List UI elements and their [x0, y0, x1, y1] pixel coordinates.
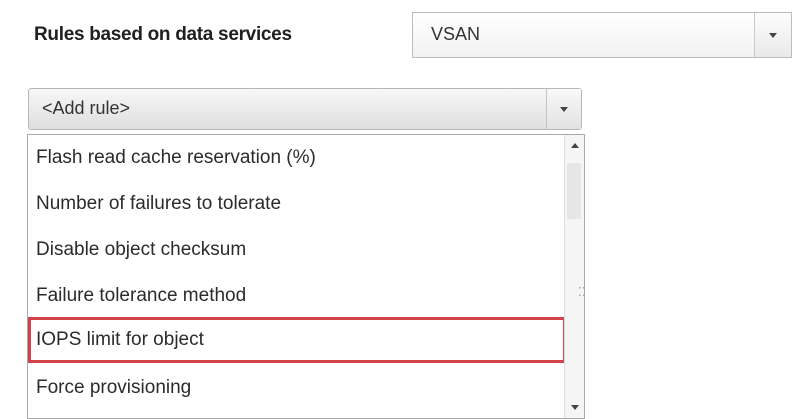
- scroll-up-arrow-icon: [571, 143, 579, 148]
- data-service-dropdown-button[interactable]: [754, 13, 791, 57]
- add-rule-options-list: Flash read cache reservation (%) Number …: [27, 134, 585, 419]
- list-item-force-provisioning[interactable]: Force provisioning: [28, 365, 566, 411]
- add-rule-select[interactable]: <Add rule>: [28, 88, 582, 130]
- scroll-down-button[interactable]: [567, 398, 582, 416]
- list-item-number-of-failures-to-tolerate[interactable]: Number of failures to tolerate: [28, 181, 566, 227]
- scroll-up-button[interactable]: [567, 137, 582, 155]
- list-item-failure-tolerance-method[interactable]: Failure tolerance method: [28, 273, 566, 319]
- chevron-down-icon: [560, 107, 568, 112]
- list-item-disable-object-checksum[interactable]: Disable object checksum: [28, 227, 566, 273]
- resize-grip-icon: ⁚⁚: [578, 285, 586, 299]
- scroll-down-arrow-icon: [571, 405, 579, 410]
- list-item-iops-limit-for-object[interactable]: IOPS limit for object: [28, 317, 566, 363]
- chevron-down-icon: [769, 33, 777, 38]
- list-item-flash-read-cache-reservation[interactable]: Flash read cache reservation (%): [28, 135, 566, 181]
- rules-based-on-data-services-label: Rules based on data services: [34, 24, 292, 45]
- add-rule-dropdown-button[interactable]: [546, 89, 581, 129]
- data-service-select[interactable]: VSAN: [412, 12, 792, 58]
- data-service-value: VSAN: [431, 24, 481, 44]
- add-rule-value: <Add rule>: [42, 98, 131, 118]
- scroll-thumb[interactable]: [567, 163, 581, 219]
- storage-policy-rules-panel: Rules based on data services VSAN <Add r…: [0, 0, 803, 419]
- list-scrollbar[interactable]: [564, 135, 584, 418]
